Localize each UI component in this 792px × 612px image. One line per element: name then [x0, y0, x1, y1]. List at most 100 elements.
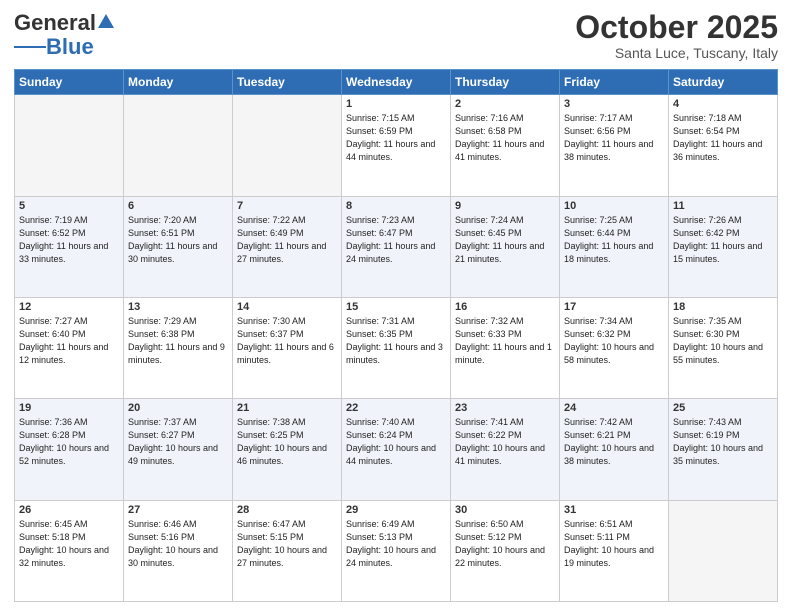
day-number: 19 — [19, 402, 119, 414]
logo-general: General — [14, 10, 96, 36]
calendar-cell: 16 Sunrise: 7:32 AM Sunset: 6:33 PM Dayli… — [451, 297, 560, 398]
day-number: 8 — [346, 200, 446, 212]
calendar-cell: 28 Sunrise: 6:47 AM Sunset: 5:15 PM Dayli… — [233, 500, 342, 601]
day-number: 28 — [237, 504, 337, 516]
title-block: October 2025 Santa Luce, Tuscany, Italy — [575, 10, 778, 61]
calendar-cell: 15Sunrise: 7:31 AM Sunset: 6:35 PM Dayli… — [342, 297, 451, 398]
month-title: October 2025 — [575, 10, 778, 45]
day-info: Sunrise: 7:32 AM Sunset: 6:33 PM Dayligh… — [455, 315, 555, 367]
day-number: 21 — [237, 402, 337, 414]
day-number: 6 — [128, 200, 228, 212]
calendar-cell: 12 Sunrise: 7:27 AM Sunset: 6:40 PM Dayli… — [15, 297, 124, 398]
calendar-cell: 7 Sunrise: 7:22 AM Sunset: 6:49 PM Daylig… — [233, 196, 342, 297]
calendar-cell — [669, 500, 778, 601]
day-info: Sunrise: 7:22 AM Sunset: 6:49 PM Dayligh… — [237, 214, 337, 266]
day-info: Sunrise: 7:25 AM Sunset: 6:44 PM Dayligh… — [564, 214, 664, 266]
day-number: 26 — [19, 504, 119, 516]
calendar-cell: 2 Sunrise: 7:16 AM Sunset: 6:58 PM Daylig… — [451, 95, 560, 196]
calendar-cell: 26 Sunrise: 6:45 AM Sunset: 5:18 PM Dayli… — [15, 500, 124, 601]
calendar-cell: 29Sunrise: 6:49 AM Sunset: 5:13 PM Dayli… — [342, 500, 451, 601]
calendar-cell: 24 Sunrise: 7:42 AM Sunset: 6:21 PM Dayli… — [560, 399, 669, 500]
day-info: Sunrise: 6:50 AM Sunset: 5:12 PM Dayligh… — [455, 518, 555, 570]
calendar-week-1: 1Sunrise: 7:15 AM Sunset: 6:59 PM Daylig… — [15, 95, 778, 196]
day-info: Sunrise: 7:17 AM Sunset: 6:56 PM Dayligh… — [564, 112, 664, 164]
day-info: Sunrise: 6:45 AM Sunset: 5:18 PM Dayligh… — [19, 518, 119, 570]
day-number: 14 — [237, 301, 337, 313]
day-info: Sunrise: 7:31 AM Sunset: 6:35 PM Dayligh… — [346, 315, 446, 367]
day-number: 2 — [455, 98, 555, 110]
calendar-cell: 19 Sunrise: 7:36 AM Sunset: 6:28 PM Dayli… — [15, 399, 124, 500]
calendar-cell: 23 Sunrise: 7:41 AM Sunset: 6:22 PM Dayli… — [451, 399, 560, 500]
day-info: Sunrise: 7:37 AM Sunset: 6:27 PM Dayligh… — [128, 416, 228, 468]
day-info: Sunrise: 6:47 AM Sunset: 5:15 PM Dayligh… — [237, 518, 337, 570]
calendar-cell — [124, 95, 233, 196]
day-number: 9 — [455, 200, 555, 212]
day-number: 13 — [128, 301, 228, 313]
day-info: Sunrise: 7:19 AM Sunset: 6:52 PM Dayligh… — [19, 214, 119, 266]
day-number: 17 — [564, 301, 664, 313]
calendar-cell: 8 Sunrise: 7:23 AM Sunset: 6:47 PM Daylig… — [342, 196, 451, 297]
day-number: 30 — [455, 504, 555, 516]
day-info: Sunrise: 6:51 AM Sunset: 5:11 PM Dayligh… — [564, 518, 664, 570]
day-number: 23 — [455, 402, 555, 414]
calendar-cell — [233, 95, 342, 196]
day-number: 11 — [673, 200, 773, 212]
calendar-cell: 13 Sunrise: 7:29 AM Sunset: 6:38 PM Dayli… — [124, 297, 233, 398]
day-info: Sunrise: 7:16 AM Sunset: 6:58 PM Dayligh… — [455, 112, 555, 164]
weekday-header-tuesday: Tuesday — [233, 70, 342, 95]
day-number: 24 — [564, 402, 664, 414]
day-info: Sunrise: 6:46 AM Sunset: 5:16 PM Dayligh… — [128, 518, 228, 570]
day-number: 12 — [19, 301, 119, 313]
weekday-header-wednesday: Wednesday — [342, 70, 451, 95]
day-info: Sunrise: 7:23 AM Sunset: 6:47 PM Dayligh… — [346, 214, 446, 266]
day-info: Sunrise: 7:34 AM Sunset: 6:32 PM Dayligh… — [564, 315, 664, 367]
day-info: Sunrise: 7:26 AM Sunset: 6:42 PM Dayligh… — [673, 214, 773, 266]
day-info: Sunrise: 7:41 AM Sunset: 6:22 PM Dayligh… — [455, 416, 555, 468]
calendar-cell: 21 Sunrise: 7:38 AM Sunset: 6:25 PM Dayli… — [233, 399, 342, 500]
weekday-header-friday: Friday — [560, 70, 669, 95]
weekday-header-sunday: Sunday — [15, 70, 124, 95]
day-info: Sunrise: 7:35 AM Sunset: 6:30 PM Dayligh… — [673, 315, 773, 367]
day-number: 29 — [346, 504, 446, 516]
day-number: 20 — [128, 402, 228, 414]
calendar-cell: 1Sunrise: 7:15 AM Sunset: 6:59 PM Daylig… — [342, 95, 451, 196]
day-info: Sunrise: 7:27 AM Sunset: 6:40 PM Dayligh… — [19, 315, 119, 367]
day-number: 10 — [564, 200, 664, 212]
day-info: Sunrise: 7:15 AM Sunset: 6:59 PM Dayligh… — [346, 112, 446, 164]
calendar-cell: 4Sunrise: 7:18 AM Sunset: 6:54 PM Daylig… — [669, 95, 778, 196]
day-info: Sunrise: 7:36 AM Sunset: 6:28 PM Dayligh… — [19, 416, 119, 468]
calendar-cell: 18Sunrise: 7:35 AM Sunset: 6:30 PM Dayli… — [669, 297, 778, 398]
calendar-cell: 20 Sunrise: 7:37 AM Sunset: 6:27 PM Dayli… — [124, 399, 233, 500]
calendar-week-3: 12 Sunrise: 7:27 AM Sunset: 6:40 PM Dayli… — [15, 297, 778, 398]
logo: General Blue — [14, 10, 115, 60]
calendar-table: SundayMondayTuesdayWednesdayThursdayFrid… — [14, 69, 778, 602]
day-info: Sunrise: 7:18 AM Sunset: 6:54 PM Dayligh… — [673, 112, 773, 164]
day-info: Sunrise: 7:42 AM Sunset: 6:21 PM Dayligh… — [564, 416, 664, 468]
day-info: Sunrise: 7:20 AM Sunset: 6:51 PM Dayligh… — [128, 214, 228, 266]
calendar-cell: 27 Sunrise: 6:46 AM Sunset: 5:16 PM Dayli… — [124, 500, 233, 601]
calendar-cell: 17 Sunrise: 7:34 AM Sunset: 6:32 PM Dayli… — [560, 297, 669, 398]
day-number: 7 — [237, 200, 337, 212]
header: General Blue October 2025 Santa Luce, Tu… — [14, 10, 778, 61]
calendar-cell: 25Sunrise: 7:43 AM Sunset: 6:19 PM Dayli… — [669, 399, 778, 500]
calendar-week-4: 19 Sunrise: 7:36 AM Sunset: 6:28 PM Dayli… — [15, 399, 778, 500]
day-number: 16 — [455, 301, 555, 313]
calendar-cell: 31Sunrise: 6:51 AM Sunset: 5:11 PM Dayli… — [560, 500, 669, 601]
day-number: 3 — [564, 98, 664, 110]
day-info: Sunrise: 7:29 AM Sunset: 6:38 PM Dayligh… — [128, 315, 228, 367]
calendar-cell — [15, 95, 124, 196]
weekday-header-saturday: Saturday — [669, 70, 778, 95]
weekday-header-monday: Monday — [124, 70, 233, 95]
logo-icon — [97, 12, 115, 30]
day-info: Sunrise: 7:24 AM Sunset: 6:45 PM Dayligh… — [455, 214, 555, 266]
day-info: Sunrise: 7:38 AM Sunset: 6:25 PM Dayligh… — [237, 416, 337, 468]
location: Santa Luce, Tuscany, Italy — [575, 45, 778, 61]
calendar-cell: 11 Sunrise: 7:26 AM Sunset: 6:42 PM Dayli… — [669, 196, 778, 297]
day-info: Sunrise: 7:30 AM Sunset: 6:37 PM Dayligh… — [237, 315, 337, 367]
weekday-header-row: SundayMondayTuesdayWednesdayThursdayFrid… — [15, 70, 778, 95]
day-number: 27 — [128, 504, 228, 516]
calendar-cell: 10 Sunrise: 7:25 AM Sunset: 6:44 PM Dayli… — [560, 196, 669, 297]
calendar-cell: 6 Sunrise: 7:20 AM Sunset: 6:51 PM Daylig… — [124, 196, 233, 297]
weekday-header-thursday: Thursday — [451, 70, 560, 95]
day-info: Sunrise: 7:43 AM Sunset: 6:19 PM Dayligh… — [673, 416, 773, 468]
